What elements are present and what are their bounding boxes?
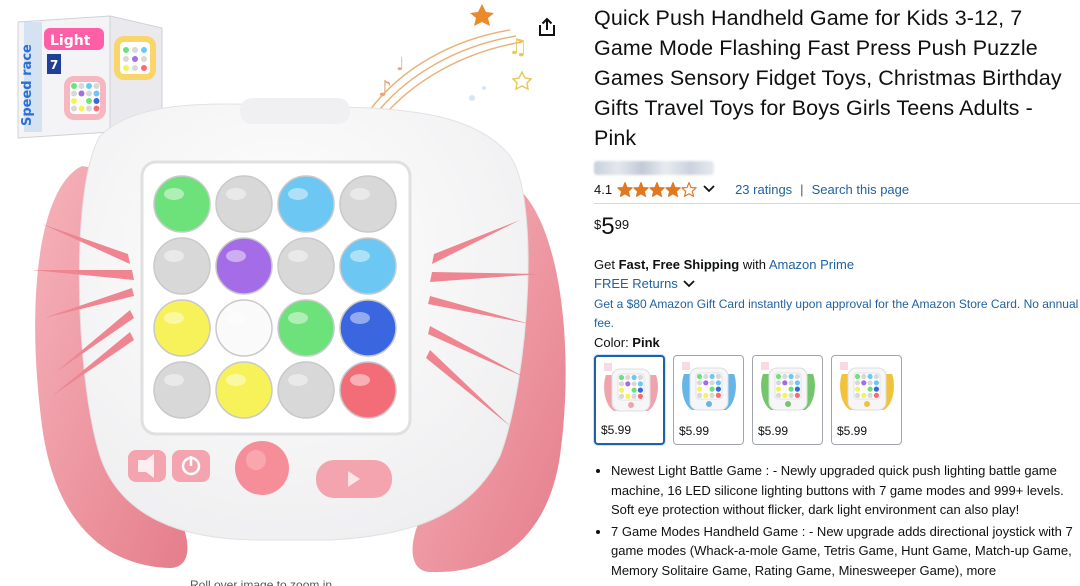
light-button-highlight: [164, 188, 184, 200]
share-icon: [539, 17, 555, 36]
light-button: [215, 175, 273, 233]
price-symbol: $: [594, 217, 602, 232]
share-button[interactable]: [534, 14, 560, 40]
separator: |: [800, 181, 804, 197]
product-title: Quick Push Handheld Game for Kids 3-12, …: [594, 6, 1062, 150]
product-details: Quick Push Handheld Game for Kids 3-12, …: [594, 0, 1080, 586]
free-returns-link[interactable]: FREE Returns: [594, 274, 678, 293]
light-button: [277, 299, 335, 357]
swatch-price: $5.99: [601, 423, 632, 437]
price-fraction: 99: [614, 217, 630, 232]
amazon-prime-link[interactable]: Amazon Prime: [769, 257, 854, 272]
star-icon: [633, 181, 649, 197]
light-button: [153, 175, 211, 233]
light-button-highlight: [164, 312, 184, 324]
chevron-down-icon[interactable]: [703, 185, 715, 193]
box-mini-button: [86, 83, 92, 89]
light-button: [339, 237, 397, 295]
swatch-thumbnail: [682, 362, 736, 411]
light-button-highlight: [226, 250, 246, 262]
box-mini-button: [78, 83, 85, 89]
swatch-price: $5.99: [679, 424, 710, 438]
light-button-highlight: [288, 312, 308, 324]
svg-text:♩: ♩: [396, 54, 405, 75]
light-button-highlight: [350, 250, 370, 262]
shipping-info: Get Fast, Free Shipping with Amazon Prim…: [594, 256, 1080, 274]
gift-card-promo-link[interactable]: Get a $80 Amazon Gift Card instantly upo…: [594, 295, 1080, 333]
light-button: [153, 299, 211, 357]
light-button: [153, 361, 211, 419]
light-button: [215, 299, 273, 357]
product-image-gallery[interactable]: Speed race Light 7 ♫ ♪ ♩ Roll over image…: [0, 0, 580, 586]
star-icon: [617, 181, 633, 197]
light-button: [339, 361, 397, 419]
shipping-prefix: Get: [594, 257, 619, 272]
color-swatch[interactable]: $5.99: [831, 355, 902, 445]
color-selector-label: Color: Pink: [594, 334, 1080, 352]
chevron-down-icon[interactable]: [683, 279, 695, 288]
swatch-thumbnail: [761, 362, 815, 411]
light-button-highlight: [164, 374, 184, 386]
free-returns[interactable]: FREE Returns: [594, 274, 1080, 293]
color-swatch[interactable]: $5.99: [594, 355, 665, 445]
shipping-middle: with: [739, 257, 769, 272]
feature-bullets: Newest Light Battle Game : - Newly upgra…: [594, 461, 1080, 580]
svg-text:♫: ♫: [508, 35, 528, 60]
light-button-highlight: [350, 188, 370, 200]
color-value: Pink: [632, 335, 660, 350]
light-button-highlight: [226, 312, 246, 324]
light-button: [153, 237, 211, 295]
light-button: [277, 175, 335, 233]
light-button-highlight: [288, 374, 308, 386]
price-whole: 5: [601, 213, 615, 240]
light-button-highlight: [350, 374, 370, 386]
star-rating[interactable]: [617, 181, 697, 197]
light-button-highlight: [164, 250, 184, 262]
box-modes-text: 7: [50, 58, 58, 72]
color-swatch[interactable]: $5.99: [673, 355, 744, 445]
light-button: [339, 299, 397, 357]
box-mini-button: [93, 83, 100, 89]
handheld-console-image: [32, 98, 566, 573]
zoom-caption: Roll over image to zoom in: [190, 578, 333, 586]
light-button: [339, 175, 397, 233]
light-button: [215, 237, 273, 295]
light-button-highlight: [350, 312, 370, 324]
color-label: Color:: [594, 335, 633, 350]
ratings-count-link[interactable]: 23 ratings: [735, 182, 792, 197]
search-this-page-link[interactable]: Search this page: [812, 182, 910, 197]
light-button-highlight: [226, 374, 246, 386]
divider: [594, 203, 1080, 204]
feature-bullet: 7 Game Modes Handheld Game : - New upgra…: [611, 522, 1080, 581]
light-button-highlight: [288, 250, 308, 262]
star-icon: [681, 181, 697, 197]
swatch-price: $5.99: [758, 424, 789, 438]
color-swatches: $5.99 $5.99 $5.99 $5.99: [594, 355, 1080, 445]
shipping-bold: Fast, Free Shipping: [618, 257, 740, 272]
swatch-thumbnail: [604, 363, 658, 412]
star-icon: [665, 181, 681, 197]
price: $ 5 99: [594, 214, 1080, 244]
light-button-highlight: [288, 188, 308, 200]
box-mini-button: [71, 83, 77, 89]
light-button-highlight: [226, 188, 246, 200]
color-swatch[interactable]: $5.99: [752, 355, 823, 445]
feature-bullet: Newest Light Battle Game : - Newly upgra…: [611, 461, 1080, 520]
light-button: [277, 237, 335, 295]
swatch-thumbnail: [840, 362, 894, 411]
swatch-price: $5.99: [837, 424, 868, 438]
light-button: [277, 361, 335, 419]
box-brand-text: Light: [50, 33, 91, 49]
rating-row: 4.1 23 ratings | Search this page: [594, 179, 1080, 199]
star-icon: [649, 181, 665, 197]
store-link-blurred[interactable]: [594, 161, 714, 175]
light-button: [215, 361, 273, 419]
rating-value: 4.1: [594, 181, 613, 197]
